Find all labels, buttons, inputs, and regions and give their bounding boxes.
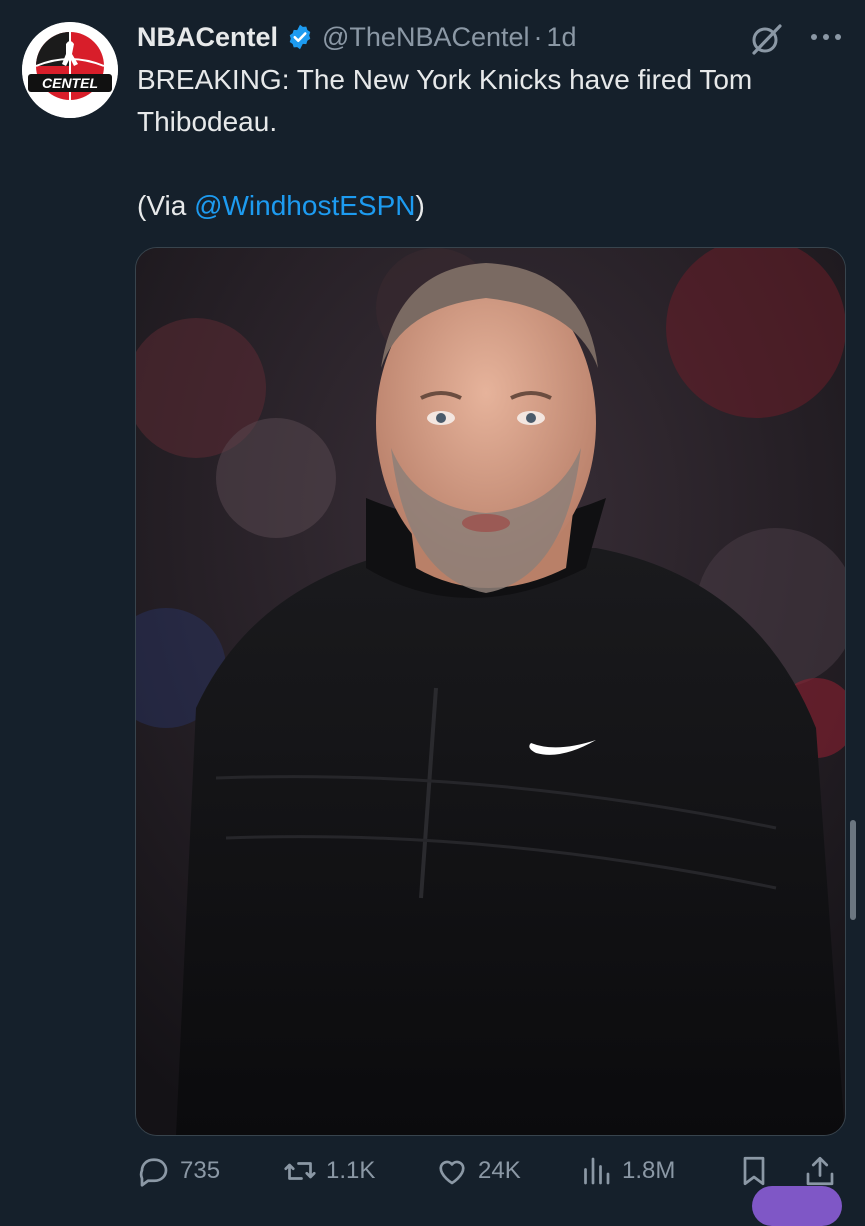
more-options-icon[interactable]	[806, 22, 846, 52]
grok-slash-icon[interactable]	[748, 20, 786, 58]
tweet-header: NBACentel @TheNBACentel · 1d	[137, 18, 577, 56]
floating-compose-button[interactable]	[752, 1186, 842, 1226]
tweet-card[interactable]: CENTEL NBACentel @TheNBACentel · 1d BREA…	[0, 0, 865, 1226]
scrollbar-thumb[interactable]	[850, 820, 856, 920]
speech-bubble-icon	[139, 1158, 168, 1187]
tweet-photo[interactable]	[135, 247, 846, 1136]
retweet-arrows-icon	[284, 1162, 316, 1180]
coach-photo-illustration	[136, 248, 845, 1135]
author-avatar[interactable]: CENTEL	[22, 22, 118, 118]
retweet-count: 1.1K	[326, 1157, 376, 1184]
via-prefix: (Via	[137, 190, 195, 221]
retweet-button[interactable]: 1.1K	[282, 1148, 375, 1194]
like-count: 24K	[478, 1157, 521, 1184]
share-upload-icon	[806, 1156, 834, 1186]
avatar-wordmark: CENTEL	[42, 75, 98, 91]
tweet-timestamp[interactable]: 1d	[547, 22, 577, 53]
via-suffix: )	[415, 190, 425, 221]
view-count: 1.8M	[622, 1157, 676, 1184]
header-separator: ·	[533, 21, 543, 52]
author-display-name[interactable]: NBACentel	[137, 22, 278, 53]
verified-badge-icon[interactable]	[286, 23, 314, 51]
tweet-text: BREAKING: The New York Knicks have fired…	[137, 59, 837, 227]
centel-logo: CENTEL	[22, 22, 118, 118]
reply-button[interactable]: 735	[136, 1148, 220, 1194]
tweet-via-line: (Via @WindhostESPN)	[137, 185, 837, 227]
reply-count: 735	[180, 1157, 221, 1184]
tweet-action-bar: 735 1.1K 24K 1.8M	[136, 1148, 846, 1194]
heart-icon	[439, 1160, 465, 1185]
mention-link[interactable]: @WindhostESPN	[194, 190, 415, 221]
bookmark-icon	[743, 1156, 765, 1186]
author-handle[interactable]: @TheNBACentel	[322, 22, 530, 53]
bar-chart-icon	[584, 1157, 610, 1185]
views-button[interactable]: 1.8M	[578, 1148, 675, 1194]
tweet-text-line: BREAKING: The New York Knicks have fired…	[137, 64, 753, 137]
like-button[interactable]: 24K	[434, 1148, 521, 1194]
